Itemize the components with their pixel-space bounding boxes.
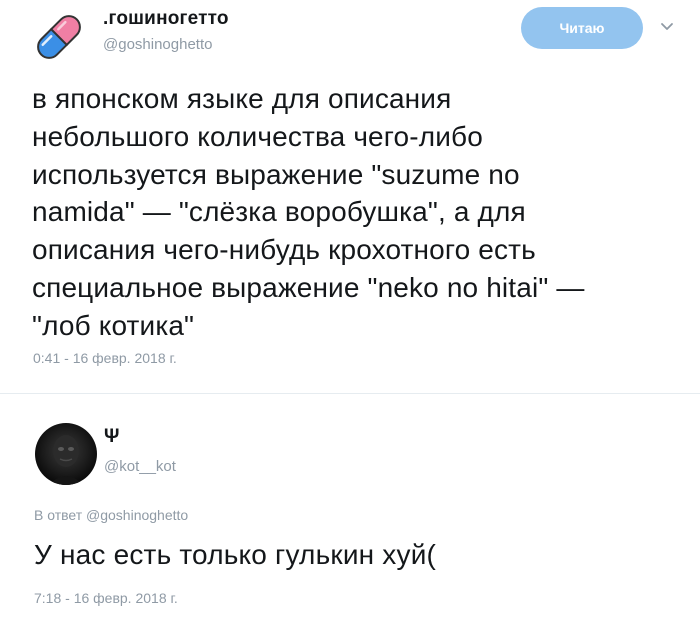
tweet-timestamp[interactable]: 0:41 - 16 февр. 2018 г. — [33, 350, 177, 366]
author-name[interactable]: .гошиногетто — [103, 8, 229, 30]
tweet-text: в японском языке для описания небольшого… — [32, 83, 585, 341]
divider — [0, 393, 700, 394]
following-button[interactable]: Читаю — [521, 7, 643, 49]
avatar[interactable] — [35, 423, 97, 485]
reply-author-name[interactable]: Ψ — [104, 426, 119, 448]
pill-capsule-icon[interactable] — [28, 6, 90, 68]
reply-to-label[interactable]: В ответ @goshinoghetto — [34, 507, 188, 523]
chevron-down-icon[interactable] — [659, 19, 675, 35]
reply-text: У нас есть только гулькин хуй( — [34, 539, 437, 570]
reply-timestamp[interactable]: 7:18 - 16 февр. 2018 г. — [34, 590, 178, 606]
reply-author-handle[interactable]: @kot__kot — [104, 458, 176, 475]
dark-portrait-avatar — [49, 435, 83, 485]
author-handle[interactable]: @goshinoghetto — [103, 36, 212, 53]
